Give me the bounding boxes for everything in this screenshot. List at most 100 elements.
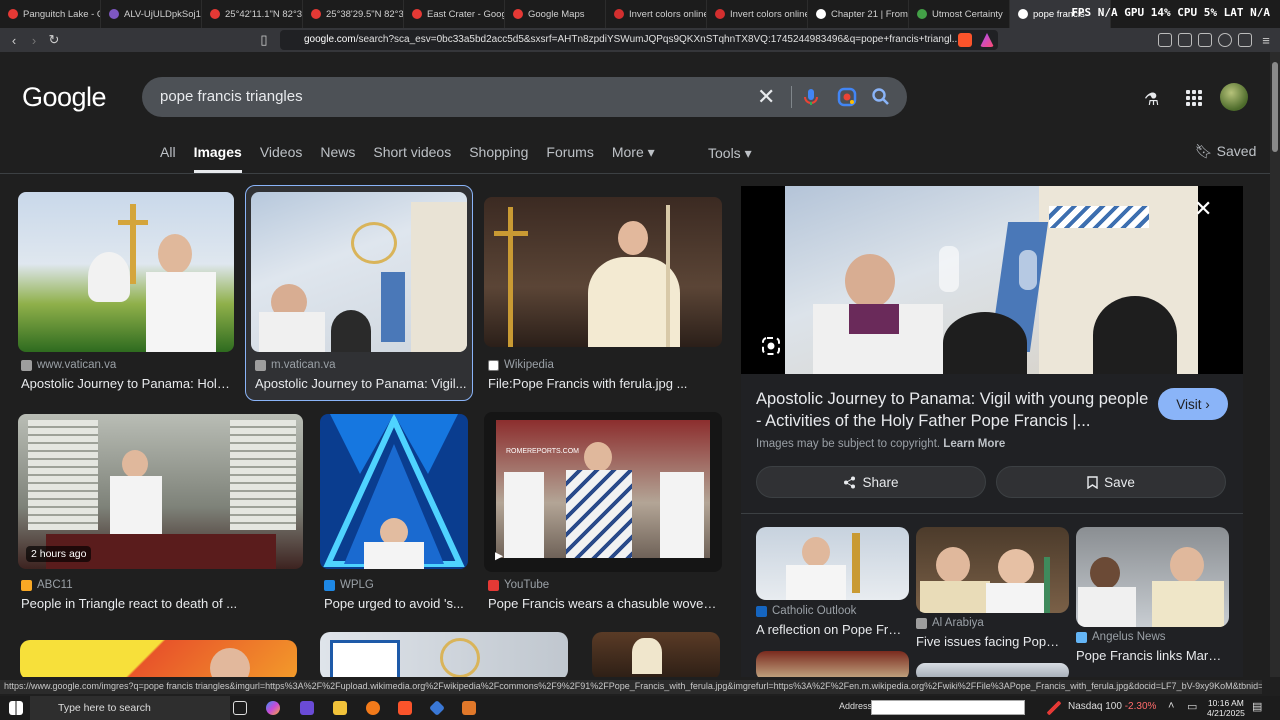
result-image-wplg[interactable]: [320, 414, 468, 569]
result-title[interactable]: Pope urged to avoid 's...: [324, 596, 464, 611]
clear-icon[interactable]: ✕: [757, 84, 775, 110]
menu-icon[interactable]: ≡: [1256, 33, 1276, 48]
vpn-icon[interactable]: [1238, 33, 1252, 47]
reload-icon[interactable]: ↻: [44, 32, 64, 48]
browser-tab[interactable]: Utmost Certainty: [909, 0, 1010, 28]
brave-browser-icon[interactable]: [398, 701, 412, 715]
taskbar-search[interactable]: Type here to search: [30, 696, 230, 720]
result-title[interactable]: Apostolic Journey to Panama: Holy...: [21, 376, 233, 391]
related-title[interactable]: A reflection on Pope Fra...: [756, 622, 906, 637]
browser-tab[interactable]: ALV-UjULDpkSoj1e: [101, 0, 202, 28]
result-image-partial-1[interactable]: [20, 640, 297, 677]
network-icon[interactable]: ▭: [1187, 700, 1197, 713]
page-scrollbar[interactable]: [1270, 52, 1280, 677]
related-title[interactable]: Pope Francis links Mary'...: [1076, 648, 1226, 663]
save-button[interactable]: Save: [996, 466, 1226, 498]
lens-search-icon[interactable]: [761, 336, 781, 356]
close-icon[interactable]: ✕: [1194, 196, 1212, 222]
tab-all[interactable]: All: [160, 144, 176, 173]
browser-tab[interactable]: 25°38'29.5"N 82°31: [303, 0, 404, 28]
share-label: Share: [862, 474, 899, 490]
bookmark-icon[interactable]: ▯: [254, 32, 274, 48]
avatar[interactable]: [1220, 83, 1248, 111]
related-image[interactable]: [916, 663, 1069, 677]
chevron-up-icon[interactable]: ˄: [1168, 700, 1174, 712]
brave-shield-icon[interactable]: [958, 33, 972, 47]
tab-favicon-icon: [614, 9, 624, 19]
related-image[interactable]: [916, 527, 1069, 613]
back-icon[interactable]: ‹: [4, 33, 24, 48]
preview-title[interactable]: Apostolic Journey to Panama: Vigil with …: [756, 388, 1156, 432]
sidebar-icon[interactable]: [1178, 33, 1192, 47]
tab-news[interactable]: News: [320, 144, 355, 173]
related-image[interactable]: [756, 527, 909, 600]
browser-tab[interactable]: East Crater - Goog: [404, 0, 505, 28]
leo-ai-icon[interactable]: [1218, 33, 1232, 47]
related-source: Al Arabiya: [916, 617, 984, 629]
ticker-name: Nasdaq 100: [1068, 701, 1122, 712]
result-image-wikipedia[interactable]: [484, 197, 722, 347]
result-title[interactable]: People in Triangle react to death of ...: [21, 596, 301, 611]
microphone-icon[interactable]: [801, 87, 821, 107]
browser-tab[interactable]: Invert colors online: [606, 0, 707, 28]
task-view-icon[interactable]: [233, 701, 247, 715]
forward-icon[interactable]: ›: [24, 33, 44, 48]
clock-date: 4/21/2025: [1207, 708, 1245, 718]
related-title[interactable]: Five issues facing Pope ...: [916, 634, 1066, 649]
result-image-vatican[interactable]: [18, 192, 234, 352]
related-image[interactable]: [756, 651, 909, 677]
result-image-abc11[interactable]: 2 hours ago: [18, 414, 303, 569]
apps-grid-icon[interactable]: [1186, 90, 1202, 106]
app-icon-amber[interactable]: [462, 701, 476, 715]
result-image-partial-3[interactable]: [592, 632, 720, 677]
share-button[interactable]: Share: [756, 466, 986, 498]
share-icon: [844, 476, 856, 488]
notification-icon[interactable]: ▤: [1252, 700, 1262, 713]
result-image-youtube[interactable]: ROMEREPORTS.COM ▶: [484, 412, 722, 572]
search-box[interactable]: pope francis triangles ✕: [142, 77, 907, 117]
related-image[interactable]: [1076, 527, 1229, 627]
stock-ticker[interactable]: Nasdaq 100 -2.30%: [1068, 701, 1156, 712]
extensions-icon[interactable]: [1158, 33, 1172, 47]
browser-tab[interactable]: Google Maps: [505, 0, 606, 28]
search-icon[interactable]: [871, 87, 891, 107]
app-icon-blue[interactable]: [429, 700, 445, 716]
saved-link[interactable]: 🔖︎ Saved: [1195, 143, 1256, 160]
result-title[interactable]: File:Pope Francis with ferula.jpg ...: [488, 376, 713, 391]
visit-button[interactable]: Visit ›: [1158, 388, 1228, 420]
tab-images[interactable]: Images: [193, 144, 242, 173]
tab-short-videos[interactable]: Short videos: [373, 144, 451, 173]
search-input[interactable]: pope francis triangles: [160, 88, 303, 105]
google-logo[interactable]: Google: [22, 82, 107, 113]
wallet-icon[interactable]: [1198, 33, 1212, 47]
browser-tab[interactable]: Chapter 21 | From: [808, 0, 909, 28]
learn-more-link[interactable]: Learn More: [943, 438, 1005, 450]
lens-icon[interactable]: [837, 87, 857, 107]
preview-image[interactable]: [741, 186, 1243, 374]
address-toolbar-input[interactable]: [871, 700, 1025, 715]
app-icon-orange[interactable]: [366, 701, 380, 715]
browser-tab[interactable]: Panguitch Lake - G: [0, 0, 101, 28]
result-source: YouTube: [488, 579, 549, 591]
video-play-badge: ▶: [495, 550, 504, 562]
tab-videos[interactable]: Videos: [260, 144, 303, 173]
tools-menu[interactable]: Tools ▾: [708, 145, 752, 162]
labs-flask-icon[interactable]: ⚗: [1144, 90, 1159, 110]
browser-tab[interactable]: Invert colors online: [707, 0, 808, 28]
tab-more[interactable]: More ▾: [612, 144, 655, 173]
tab-forums[interactable]: Forums: [546, 144, 593, 173]
result-title[interactable]: Apostolic Journey to Panama: Vigil...: [255, 376, 467, 391]
file-explorer-icon[interactable]: [333, 701, 347, 715]
scrollbar-thumb[interactable]: [1272, 62, 1278, 152]
app-icon-purple[interactable]: [300, 701, 314, 715]
browser-tab[interactable]: 25°42'11.1"N 82°31: [202, 0, 303, 28]
result-image-m-vatican[interactable]: [251, 192, 467, 352]
result-title[interactable]: Pope Francis wears a chasuble woven ...: [488, 596, 720, 611]
tab-favicon-icon: [109, 9, 119, 19]
system-clock[interactable]: 10:16 AM 4/21/2025: [1207, 698, 1245, 718]
copilot-icon[interactable]: [266, 701, 280, 715]
windows-start-icon[interactable]: [9, 701, 23, 715]
tab-shopping[interactable]: Shopping: [469, 144, 528, 173]
url-bar[interactable]: google.com/search?sca_esv=0bc33a5bd2acc5…: [280, 30, 998, 50]
result-image-partial-2[interactable]: [320, 632, 568, 677]
